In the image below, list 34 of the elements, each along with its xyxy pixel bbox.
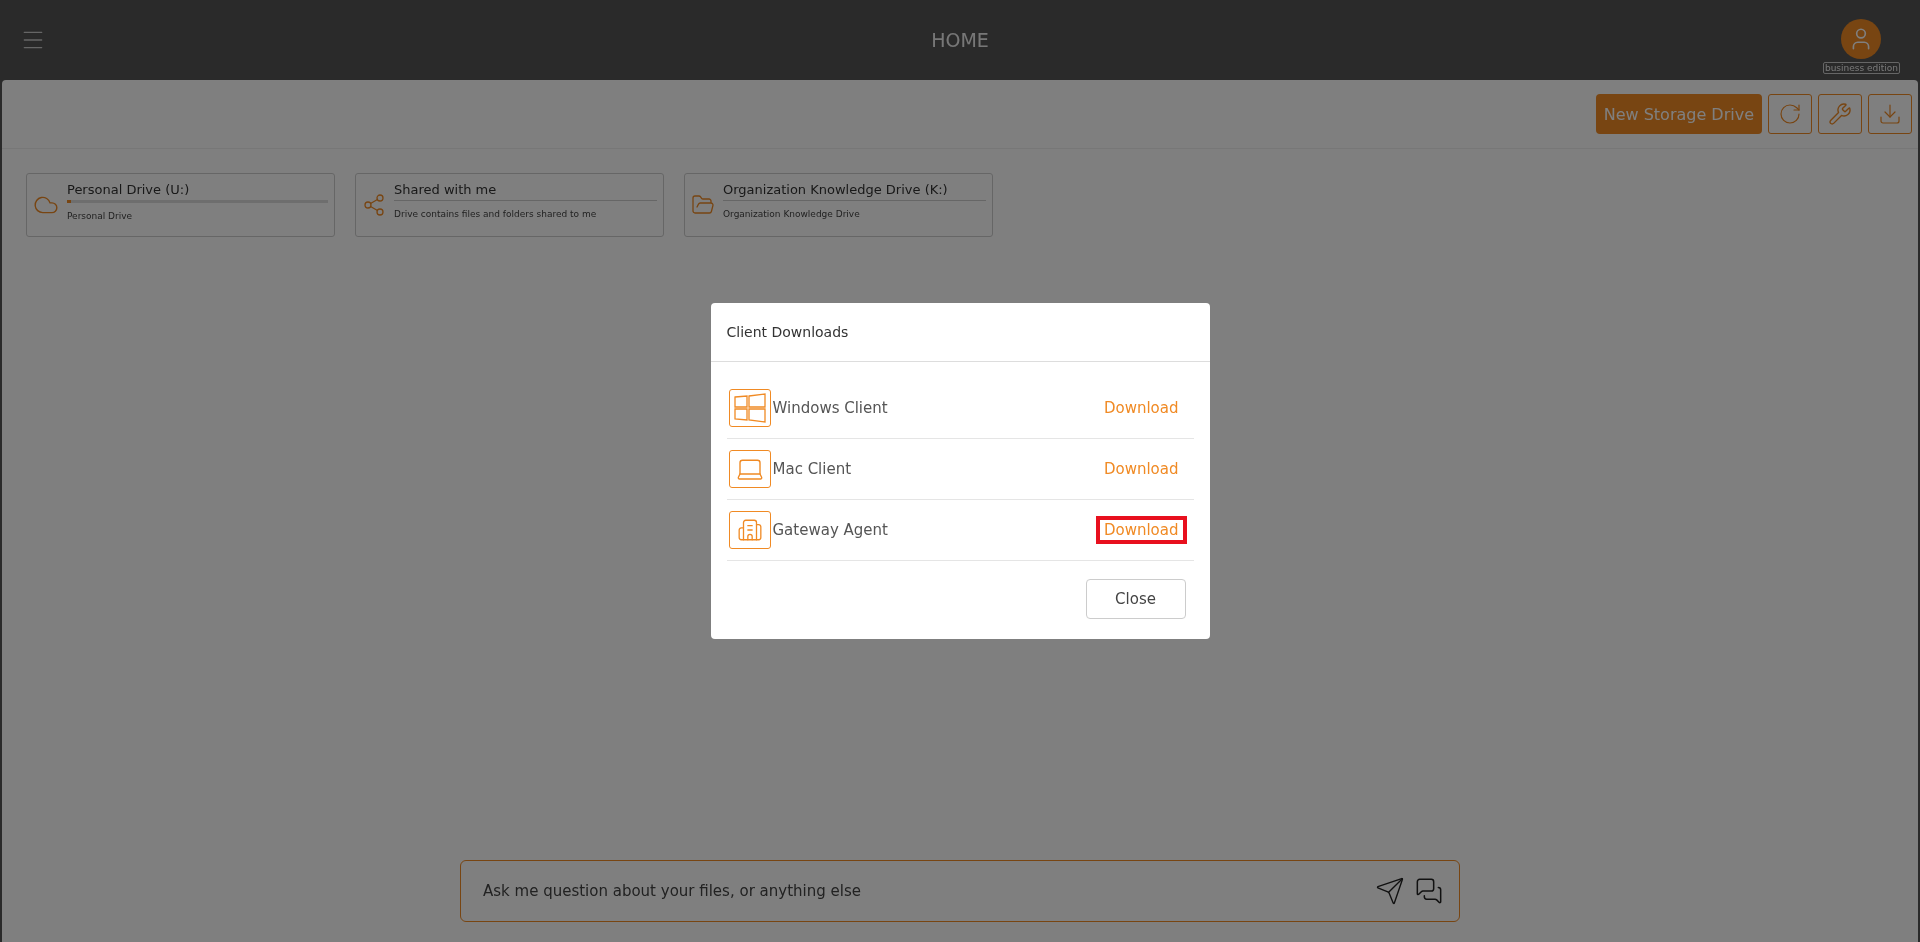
download-link[interactable]: Download [1096, 395, 1186, 421]
client-name: Windows Client [772, 399, 889, 417]
drive-card[interactable]: Organization Knowledge Drive (K:) Organization Knowledge Drive [684, 173, 993, 237]
send-icon[interactable] [1375, 876, 1405, 906]
download-icon [1878, 102, 1902, 126]
drive-description: Organization Knowledge Drive [723, 209, 861, 219]
drive-description: Personal Drive [67, 211, 134, 221]
client-name: Mac Client [772, 460, 853, 478]
page-title: HOME [931, 29, 989, 51]
drive-description: Drive contains files and folders shared to me [394, 209, 598, 219]
drive-name: Organization Knowledge Drive (K:) [723, 182, 949, 197]
edition-badge: business edition [1822, 61, 1900, 74]
refresh-icon [1778, 102, 1802, 126]
chat-icon[interactable] [1415, 877, 1443, 905]
chat-input-field[interactable]: Ask me question about your files, or anything else [481, 881, 1365, 901]
folder-icon [691, 193, 715, 217]
tools-button[interactable] [1818, 94, 1862, 134]
client-name: Gateway Agent [772, 521, 889, 539]
drive-name: Shared with me [394, 182, 498, 197]
avatar[interactable] [1841, 18, 1882, 59]
building-icon [736, 517, 763, 543]
wrench-icon [1828, 102, 1852, 126]
download-link[interactable]: Download [1096, 517, 1186, 543]
close-button[interactable]: Close [1085, 579, 1186, 619]
download-button[interactable] [1868, 94, 1912, 134]
drive-card[interactable]: Shared with me Drive contains files and folders shared to me [355, 173, 664, 237]
download-link[interactable]: Download [1096, 456, 1186, 482]
dialog-title: Client Downloads [726, 324, 849, 340]
chat-field[interactable]: Ask me question about your files, or anything else [460, 860, 1460, 922]
drive-name: Personal Drive (U:) [67, 182, 191, 197]
windows-icon [732, 393, 767, 423]
refresh-button[interactable] [1768, 94, 1812, 134]
drive-card[interactable]: Personal Drive (U:) Personal Drive [26, 173, 335, 237]
share-icon [362, 193, 386, 217]
